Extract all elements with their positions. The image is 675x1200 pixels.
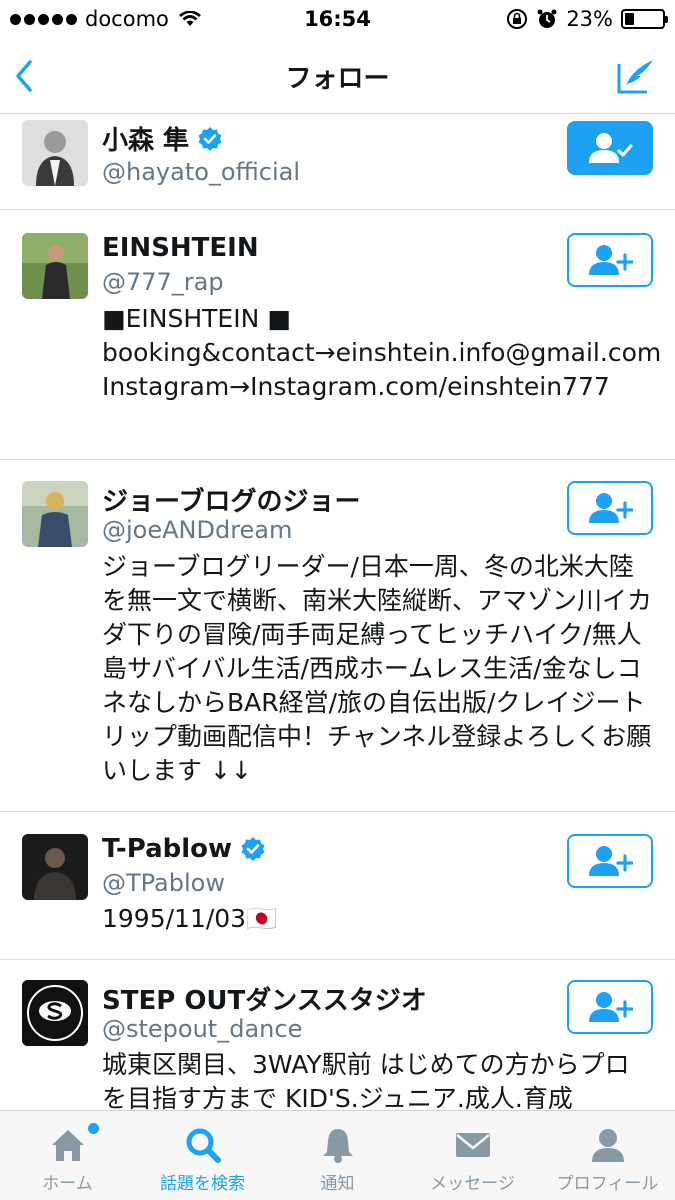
verified-badge-icon bbox=[241, 837, 265, 861]
person-add-icon bbox=[589, 245, 633, 275]
tab-messages[interactable]: メッセージ bbox=[405, 1111, 540, 1200]
navigation-bar: フォロー bbox=[0, 38, 675, 114]
user-handle: @joeANDdream bbox=[102, 516, 293, 544]
tab-bar: ホーム 話題を検索 通知 メッセージ プロフィール bbox=[0, 1110, 675, 1200]
follow-button[interactable] bbox=[567, 233, 653, 287]
list-item[interactable]: EINSHTEIN @777_rap ■EINSHTEIN ■ booking&… bbox=[0, 210, 675, 460]
person-add-icon bbox=[589, 493, 633, 523]
home-icon bbox=[51, 1130, 84, 1161]
tab-home[interactable]: ホーム bbox=[0, 1111, 135, 1200]
list-item[interactable]: T-Pablow @TPablow 1995/11/03🇯🇵 bbox=[0, 812, 675, 960]
person-add-icon bbox=[589, 846, 633, 876]
user-bio: 1995/11/03🇯🇵 bbox=[102, 904, 278, 933]
user-name: EINSHTEIN bbox=[102, 233, 259, 263]
user-bio: ジョーブログリーダー/日本一周、冬の北米大陸を無一文で横断、南米大陸縦断、アマゾ… bbox=[102, 552, 653, 785]
follow-button[interactable] bbox=[567, 481, 653, 535]
step-out-logo bbox=[22, 980, 88, 1046]
compose-quill-icon[interactable] bbox=[615, 56, 657, 96]
user-name: ジョーブログのジョー bbox=[102, 487, 361, 517]
user-handle: @stepout_dance bbox=[102, 1015, 303, 1043]
list-item[interactable]: ジョーブログのジョー @joeANDdream ジョーブログリーダー/日本一周、… bbox=[0, 460, 675, 812]
tab-label: 話題を検索 bbox=[160, 1174, 245, 1194]
tab-search[interactable]: 話題を検索 bbox=[135, 1111, 270, 1200]
user-name: STEP OUTダンススタジオ bbox=[102, 986, 427, 1016]
avatar[interactable] bbox=[22, 481, 88, 547]
follow-button[interactable] bbox=[567, 834, 653, 888]
person-add-icon bbox=[589, 992, 633, 1022]
page-title: フォロー bbox=[285, 64, 390, 94]
avatar[interactable] bbox=[22, 233, 88, 299]
user-name: 小森 隼 bbox=[102, 126, 190, 156]
following-list: 小森 隼 @hayato_official EINSHTEIN @777_rap… bbox=[0, 115, 675, 1110]
alarm-icon bbox=[537, 9, 557, 28]
notification-dot bbox=[88, 1123, 99, 1134]
tab-label: メッセージ bbox=[430, 1174, 515, 1194]
user-bio: ■EINSHTEIN ■ booking&contact→einshtein.i… bbox=[102, 304, 662, 401]
user-bio: 城東区関目、3WAY駅前 はじめての方からプロを目指す方まで KID'S.ジュニ… bbox=[102, 1050, 630, 1110]
user-name: T-Pablow bbox=[102, 834, 233, 864]
envelope-icon bbox=[455, 1133, 490, 1157]
tab-profile[interactable]: プロフィール bbox=[540, 1111, 675, 1200]
avatar[interactable] bbox=[22, 980, 88, 1046]
list-item[interactable]: 小森 隼 @hayato_official bbox=[0, 115, 675, 210]
following-button[interactable] bbox=[567, 121, 653, 175]
search-icon bbox=[186, 1128, 221, 1163]
verified-badge-icon bbox=[198, 126, 222, 151]
tab-label: 通知 bbox=[320, 1174, 355, 1194]
person-icon bbox=[591, 1129, 624, 1162]
tab-notifications[interactable]: 通知 bbox=[270, 1111, 405, 1200]
follow-button[interactable] bbox=[567, 980, 653, 1034]
bell-icon bbox=[322, 1129, 353, 1163]
tab-label: ホーム bbox=[42, 1174, 93, 1194]
battery-percent: 23% bbox=[566, 7, 613, 31]
avatar[interactable] bbox=[22, 834, 88, 900]
avatar[interactable] bbox=[22, 120, 88, 186]
user-handle: @hayato_official bbox=[102, 158, 301, 186]
battery-icon bbox=[621, 9, 668, 29]
list-item[interactable]: STEP OUTダンススタジオ @stepout_dance 城東区関目、3WA… bbox=[0, 960, 675, 1110]
status-bar: docomo 16:54 23% bbox=[0, 0, 675, 38]
tab-label: プロフィール bbox=[556, 1174, 659, 1194]
person-check-icon bbox=[589, 133, 633, 163]
rotation-lock-icon bbox=[507, 9, 528, 29]
user-handle: @777_rap bbox=[102, 268, 224, 296]
user-handle: @TPablow bbox=[102, 869, 225, 897]
